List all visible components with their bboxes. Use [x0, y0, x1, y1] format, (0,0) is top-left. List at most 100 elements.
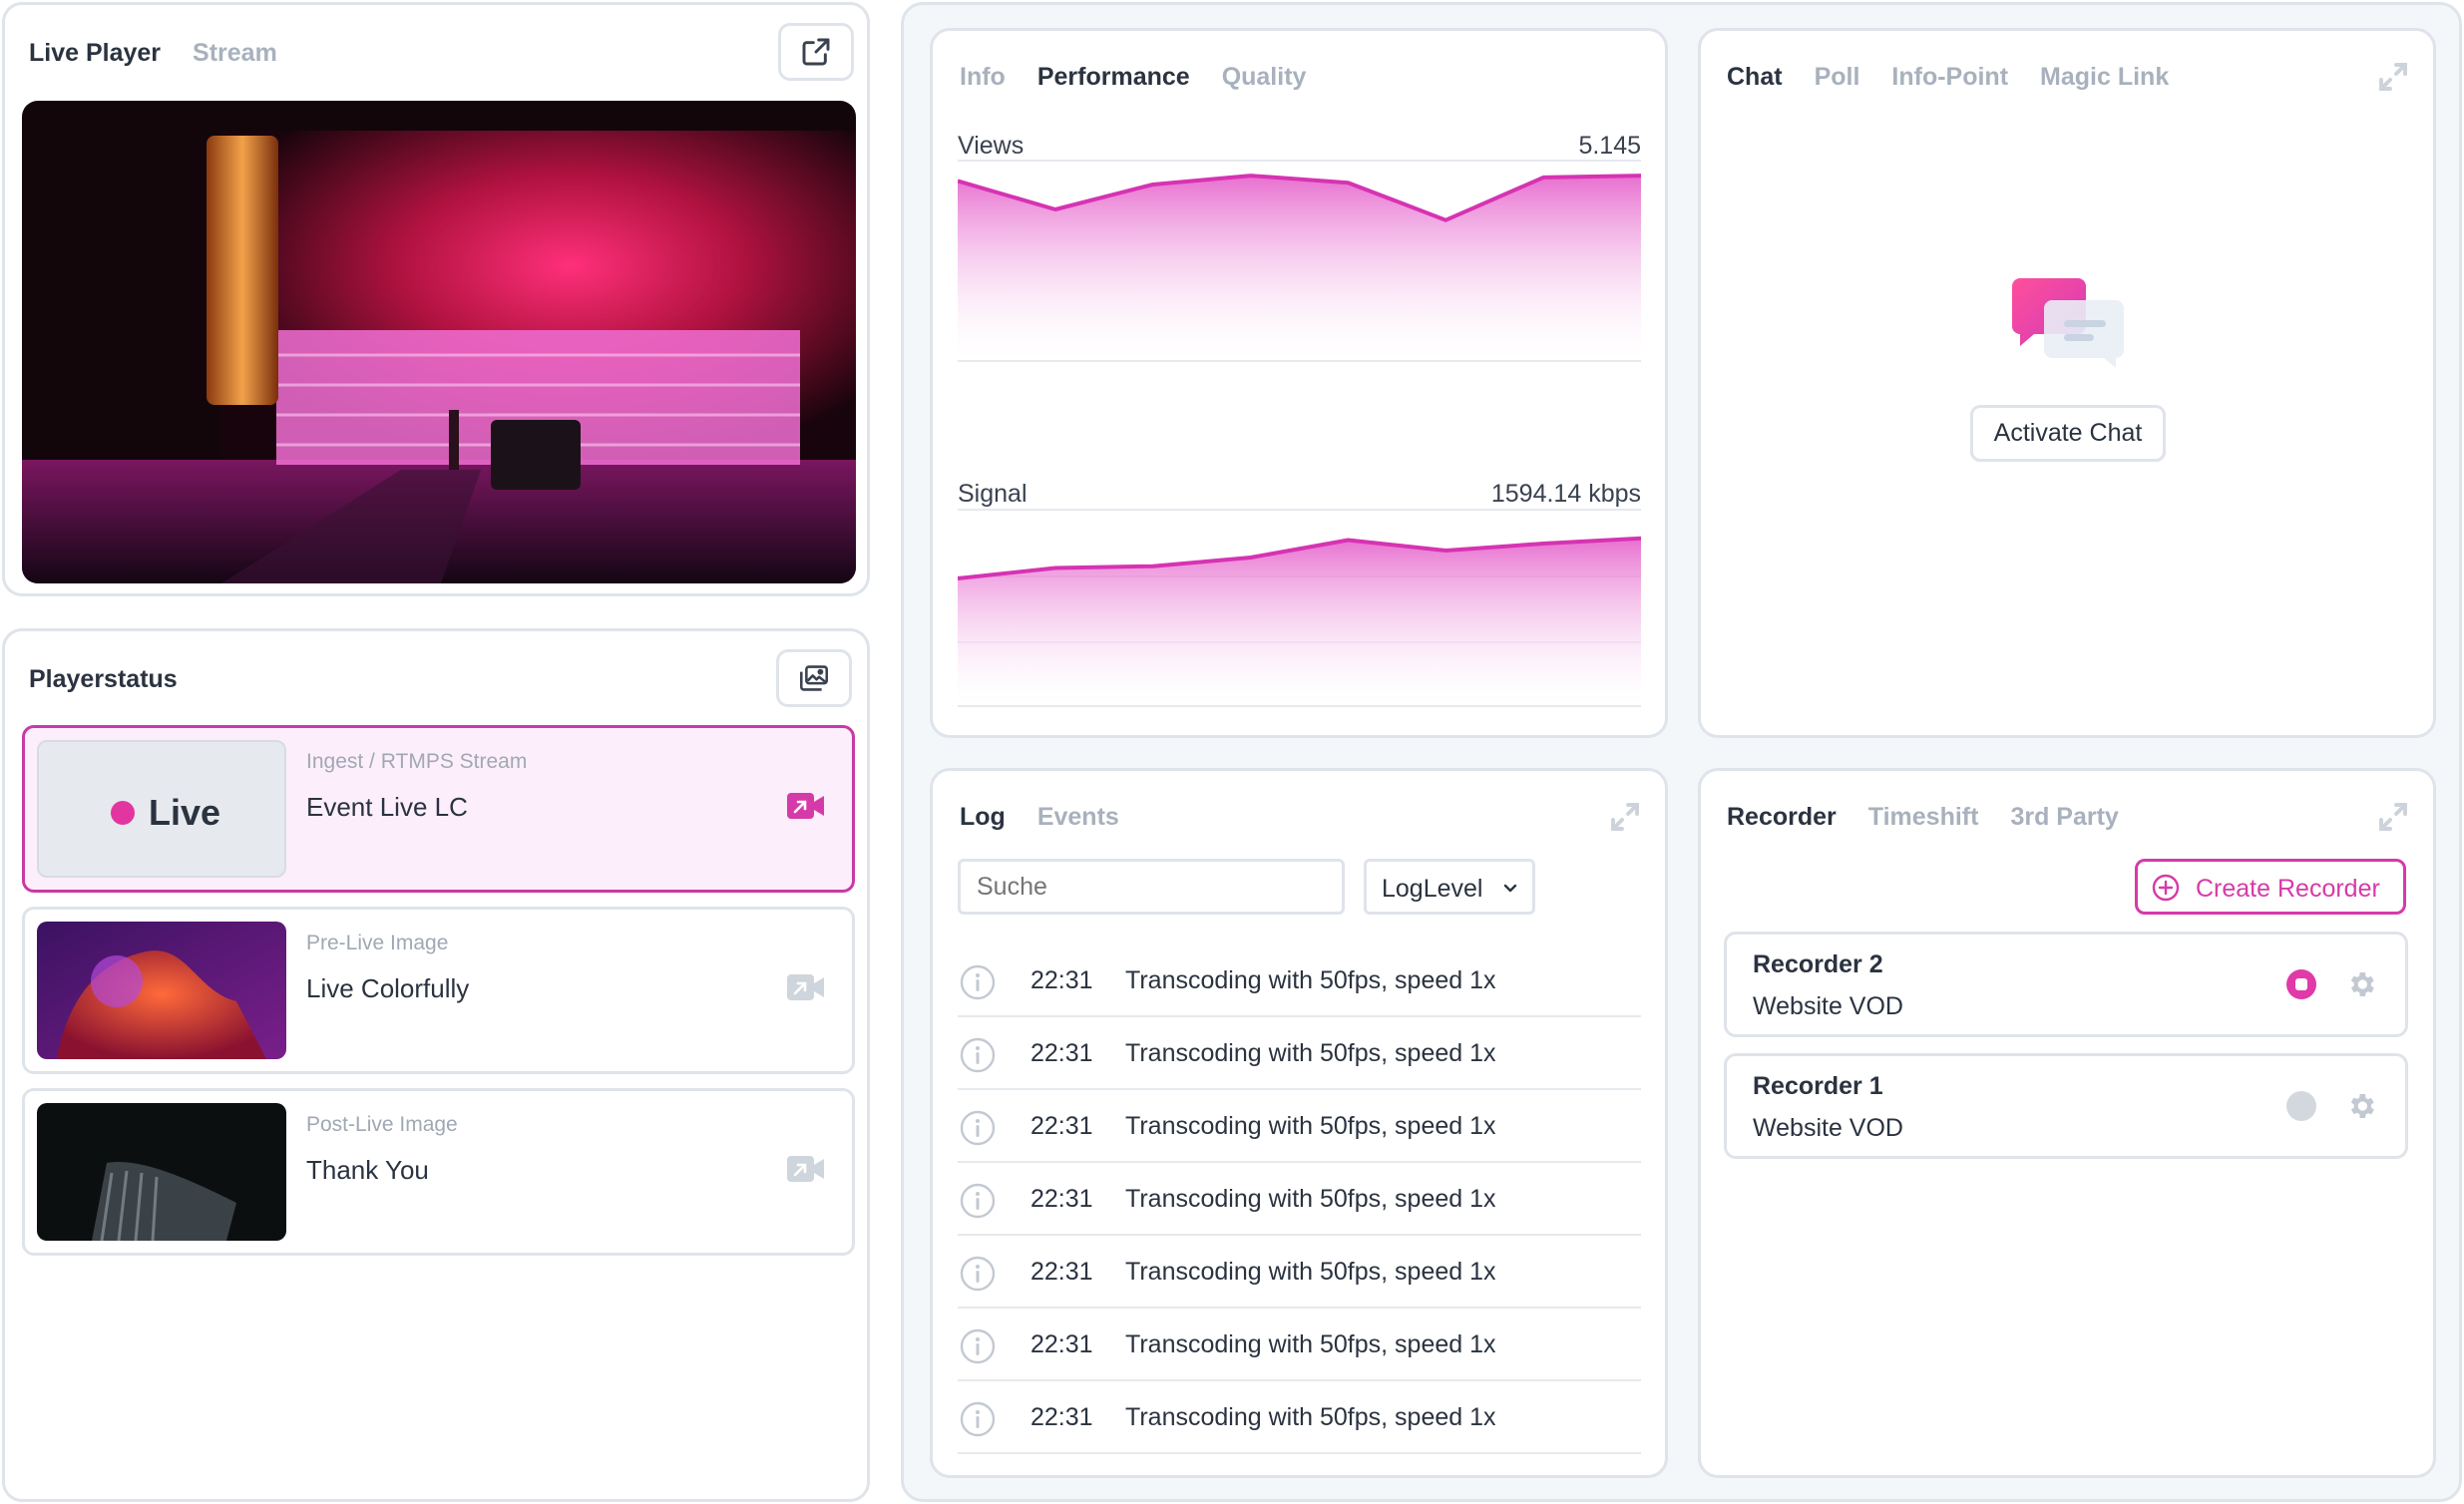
open-external-button[interactable]: [778, 23, 854, 81]
postlive-thumbnail: [37, 1103, 286, 1241]
log-time: 22:31: [1030, 1112, 1093, 1140]
info-icon: [960, 1110, 996, 1146]
log-message: Transcoding with 50fps, speed 1x: [1125, 1258, 1496, 1286]
expand-icon[interactable]: [2375, 59, 2411, 95]
tab-timeshift[interactable]: Timeshift: [1868, 803, 1979, 832]
video-camera-icon[interactable]: [786, 791, 826, 821]
live-label: Live: [149, 792, 221, 833]
info-icon: [960, 964, 996, 1000]
tab-events[interactable]: Events: [1037, 803, 1119, 832]
recorder-tabs: Recorder Timeshift 3rd Party: [1727, 803, 2119, 832]
info-icon: [960, 1037, 996, 1073]
performance-tabs: Info Performance Quality: [960, 63, 1306, 92]
plus-circle-icon: [2152, 874, 2180, 902]
tab-3rd-party[interactable]: 3rd Party: [2010, 803, 2118, 832]
external-link-icon: [802, 38, 830, 66]
log-time: 22:31: [1030, 1039, 1093, 1067]
views-chart: [958, 160, 1641, 362]
tab-log[interactable]: Log: [960, 803, 1006, 832]
tab-recorder[interactable]: Recorder: [1727, 803, 1837, 832]
log-row: 22:31 Transcoding with 50fps, speed 1x: [958, 1381, 1641, 1454]
tab-performance[interactable]: Performance: [1037, 63, 1190, 92]
tab-quality[interactable]: Quality: [1222, 63, 1307, 92]
recorder-target: Website VOD: [1753, 992, 1903, 1020]
expand-icon[interactable]: [2375, 799, 2411, 835]
gear-icon[interactable]: [2345, 968, 2377, 1000]
postlive-image: [37, 1103, 286, 1241]
playerstatus-panel: Playerstatus Live Ingest / RTMPS Stream …: [2, 628, 870, 1502]
recorder-card[interactable]: Recorder 1 Website VOD: [1724, 1053, 2408, 1159]
create-recorder-button[interactable]: Create Recorder: [2135, 859, 2406, 915]
log-message: Transcoding with 50fps, speed 1x: [1125, 966, 1496, 994]
gear-icon[interactable]: [2345, 1090, 2377, 1122]
chat-tabs: Chat Poll Info-Point Magic Link: [1727, 63, 2169, 92]
tab-stream[interactable]: Stream: [193, 39, 277, 68]
prelive-thumbnail: [37, 922, 286, 1059]
log-row: 22:31 Transcoding with 50fps, speed 1x: [958, 1090, 1641, 1163]
log-message: Transcoding with 50fps, speed 1x: [1125, 1185, 1496, 1213]
views-label: Views: [958, 132, 1025, 160]
info-icon: [960, 1401, 996, 1437]
recorder-name: Recorder 1: [1753, 1072, 1883, 1100]
signal-area: [958, 538, 1641, 704]
tab-magic-link[interactable]: Magic Link: [2040, 63, 2169, 92]
loglevel-select[interactable]: LogLevel: [1364, 859, 1535, 915]
log-row: 22:31 Transcoding with 50fps, speed 1x: [958, 1309, 1641, 1381]
info-icon: [960, 1256, 996, 1292]
tab-info-point[interactable]: Info-Point: [1891, 63, 2008, 92]
video-preview[interactable]: [22, 101, 856, 583]
tab-chat[interactable]: Chat: [1727, 63, 1783, 92]
card-subtitle: Post-Live Image: [306, 1113, 458, 1136]
record-idle-icon[interactable]: [2285, 1090, 2317, 1122]
activate-chat-button[interactable]: Activate Chat: [1970, 405, 2166, 462]
create-recorder-label: Create Recorder: [2196, 875, 2380, 903]
views-value: 5.145: [1578, 132, 1641, 160]
info-icon: [960, 1183, 996, 1219]
log-time: 22:31: [1030, 1185, 1093, 1213]
signal-label: Signal: [958, 480, 1027, 508]
log-message: Transcoding with 50fps, speed 1x: [1125, 1403, 1496, 1431]
card-title: Live Colorfully: [306, 973, 470, 1003]
status-card-prelive[interactable]: Pre-Live Image Live Colorfully: [22, 907, 855, 1074]
chat-panel: Chat Poll Info-Point Magic Link Activate…: [1698, 28, 2436, 738]
log-message: Transcoding with 50fps, speed 1x: [1125, 1039, 1496, 1067]
live-player-panel: Live Player Stream: [2, 2, 870, 596]
recorder-card[interactable]: Recorder 2 Website VOD: [1724, 932, 2408, 1037]
views-area: [958, 176, 1641, 359]
media-gallery-button[interactable]: [776, 649, 852, 707]
live-dot-icon: [111, 801, 135, 825]
card-subtitle: Pre-Live Image: [306, 932, 449, 954]
log-row: 22:31 Transcoding with 50fps, speed 1x: [958, 944, 1641, 1017]
tab-info[interactable]: Info: [960, 63, 1006, 92]
log-row: 22:31 Transcoding with 50fps, speed 1x: [958, 1163, 1641, 1236]
info-icon: [960, 1328, 996, 1364]
signal-value: 1594.14 kbps: [1490, 480, 1641, 508]
status-card-postlive[interactable]: Post-Live Image Thank You: [22, 1088, 855, 1256]
tab-poll[interactable]: Poll: [1815, 63, 1860, 92]
image-gallery-icon: [800, 665, 829, 691]
log-search-input[interactable]: [958, 859, 1345, 915]
live-player-tabs: Live Player Stream: [29, 39, 277, 68]
signal-chart: [958, 509, 1641, 707]
prelive-image: [37, 922, 286, 1059]
video-camera-icon[interactable]: [786, 972, 826, 1002]
playerstatus-title: Playerstatus: [29, 665, 178, 693]
recorder-target: Website VOD: [1753, 1114, 1903, 1142]
log-message: Transcoding with 50fps, speed 1x: [1125, 1112, 1496, 1140]
stage-image: [22, 101, 856, 583]
record-stop-icon[interactable]: [2285, 968, 2317, 1000]
log-message: Transcoding with 50fps, speed 1x: [1125, 1330, 1496, 1358]
card-title: Thank You: [306, 1155, 429, 1185]
live-thumbnail: Live: [37, 740, 286, 878]
chevron-down-icon: [1503, 884, 1517, 893]
expand-icon[interactable]: [1607, 799, 1643, 835]
log-time: 22:31: [1030, 1258, 1093, 1286]
tab-live-player[interactable]: Live Player: [29, 39, 161, 68]
log-tabs: Log Events: [960, 803, 1119, 832]
log-time: 22:31: [1030, 1403, 1093, 1431]
chat-bubbles-icon: [2012, 278, 2124, 368]
log-time: 22:31: [1030, 1330, 1093, 1358]
status-card-live[interactable]: Live Ingest / RTMPS Stream Event Live LC: [22, 725, 855, 893]
loglevel-label: LogLevel: [1382, 875, 1483, 903]
video-camera-icon[interactable]: [786, 1154, 826, 1184]
